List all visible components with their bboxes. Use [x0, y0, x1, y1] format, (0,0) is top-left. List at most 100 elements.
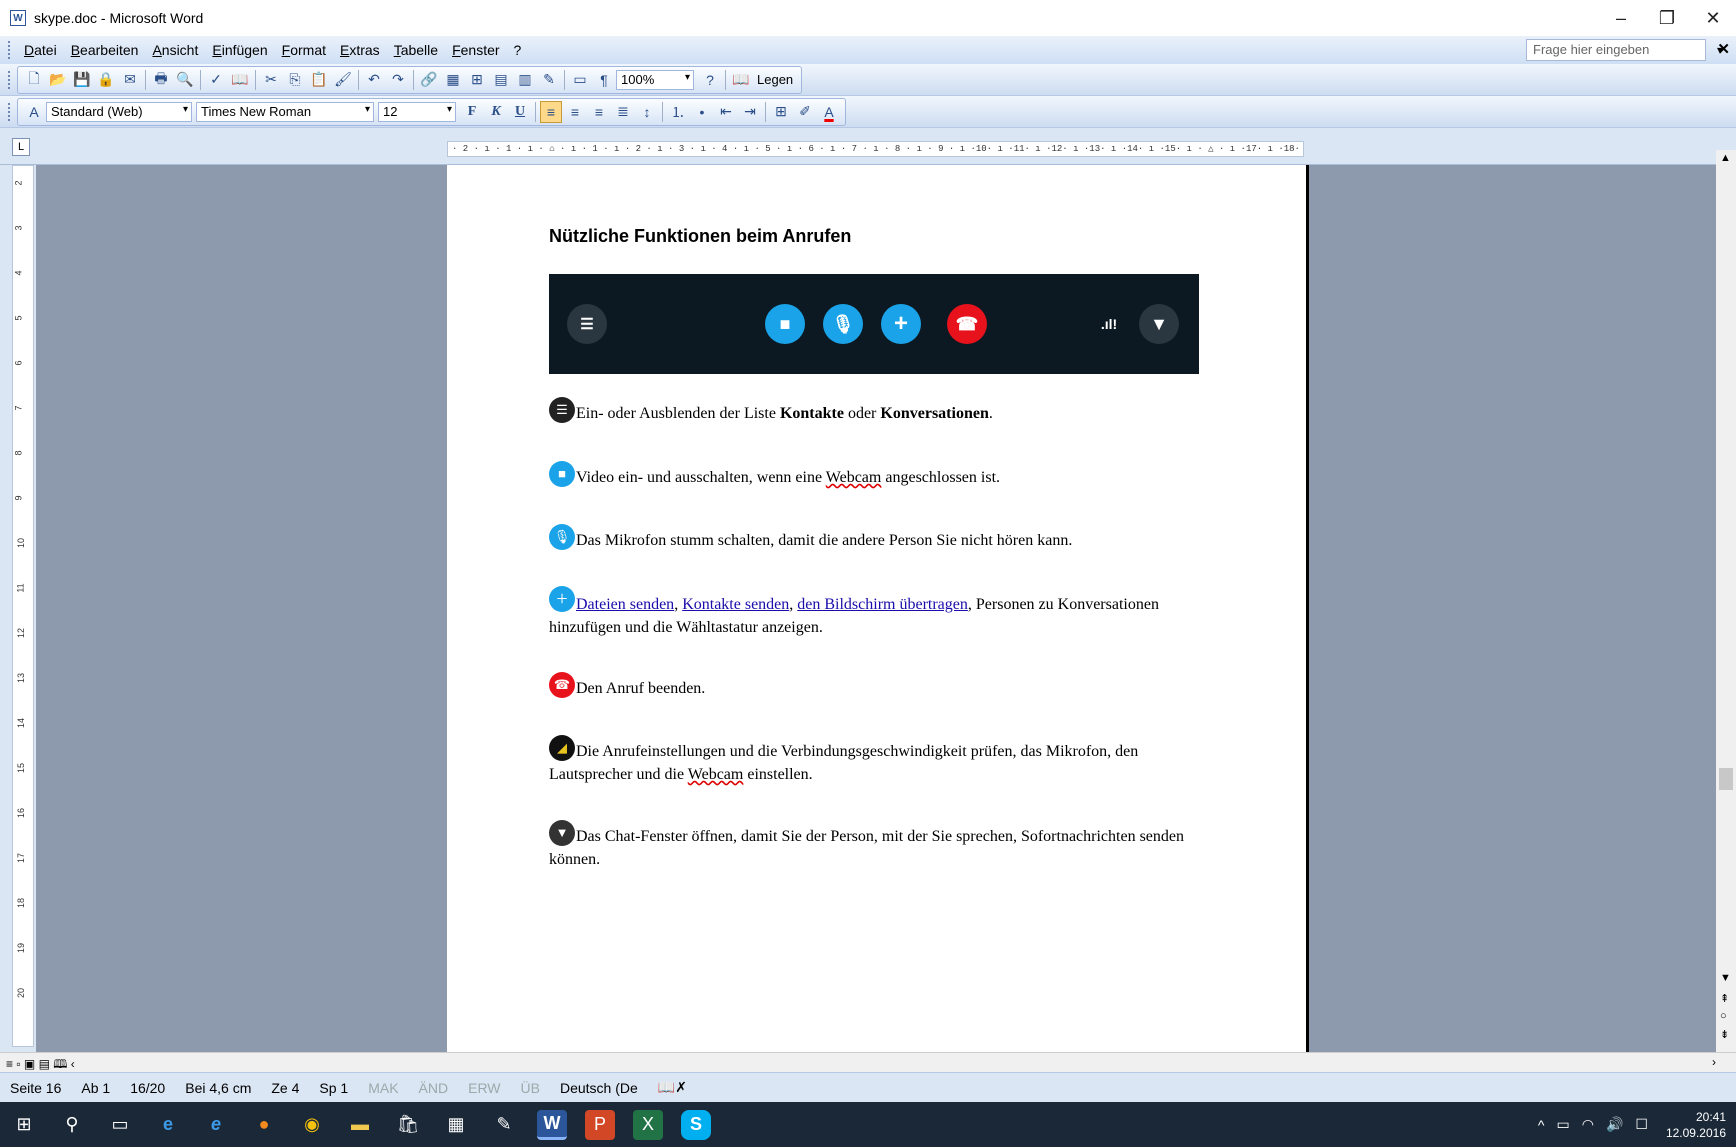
notification-icon[interactable]: ☐ — [1635, 1116, 1648, 1133]
cut-icon[interactable]: ✂ — [260, 69, 282, 91]
spellcheck-icon[interactable]: ✓ — [205, 69, 227, 91]
read-mode-button[interactable]: Legen — [753, 72, 797, 87]
email-icon[interactable]: ✉ — [119, 69, 141, 91]
undo-icon[interactable]: ↶ — [363, 69, 385, 91]
status-erw[interactable]: ERW — [458, 1080, 510, 1096]
scroll-down-icon[interactable]: ▼ — [1720, 972, 1731, 984]
link-bildschirm-uebertragen[interactable]: den Bildschirm übertragen — [797, 596, 968, 613]
menu-datei[interactable]: Datei — [17, 42, 64, 58]
menu-einfuegen[interactable]: Einfügen — [205, 42, 274, 58]
status-and[interactable]: ÄND — [409, 1080, 459, 1096]
hyperlink-icon[interactable]: 🔗 — [418, 69, 440, 91]
align-left-icon[interactable]: ≡ — [540, 100, 562, 123]
bullets-icon[interactable]: • — [691, 101, 713, 123]
numbering-icon[interactable]: ⒈ — [667, 101, 689, 123]
paint-icon[interactable]: ✎ — [489, 1110, 519, 1140]
underline-button[interactable]: U — [509, 101, 531, 123]
horizontal-scrollbar[interactable]: ≡ ▫ ▣ ▤ 🕮 ‹ › — [0, 1052, 1736, 1072]
justify-icon[interactable]: ≣ — [612, 101, 634, 123]
status-language[interactable]: Deutsch (De — [550, 1080, 648, 1096]
powerpoint-icon[interactable]: P — [585, 1109, 615, 1140]
toolbar-grip[interactable] — [8, 102, 11, 121]
file-explorer-icon[interactable]: ▬ — [345, 1110, 375, 1140]
minimize-icon[interactable]: – — [1598, 0, 1644, 36]
italic-button[interactable]: K — [485, 101, 507, 123]
help-icon[interactable]: ? — [699, 69, 721, 91]
scroll-up-icon[interactable]: ▲ — [1720, 152, 1731, 164]
tab-selector[interactable]: L — [12, 138, 30, 156]
new-document-icon[interactable]: 🗋 — [23, 69, 45, 91]
status-ub[interactable]: ÜB — [511, 1080, 550, 1096]
insert-table-icon[interactable]: ⊞ — [466, 69, 488, 91]
print-icon[interactable]: 🖶 — [150, 69, 172, 91]
show-formatting-icon[interactable]: ¶ — [593, 69, 615, 91]
save-icon[interactable]: 💾 — [71, 69, 93, 91]
prev-page-icon[interactable]: ⇞ — [1720, 992, 1729, 1005]
menu-ansicht[interactable]: Ansicht — [145, 42, 205, 58]
spelling-error-word[interactable]: Webcam — [826, 469, 882, 486]
windows-start-icon[interactable]: ⊞ — [9, 1110, 39, 1140]
drawing-icon[interactable]: ✎ — [538, 69, 560, 91]
vertical-scrollbar[interactable]: ▲ ▼ ⇞ ○ ⇟ — [1716, 150, 1736, 1052]
menu-help[interactable]: ? — [507, 42, 529, 58]
redo-icon[interactable]: ↷ — [387, 69, 409, 91]
tables-borders-icon[interactable]: ▦ — [442, 69, 464, 91]
font-select[interactable]: Times New Roman ▾ — [196, 101, 374, 122]
align-center-icon[interactable]: ≡ — [564, 101, 586, 123]
edge-icon[interactable]: e — [153, 1110, 183, 1140]
insert-excel-icon[interactable]: ▤ — [490, 69, 512, 91]
read-mode-icon[interactable]: 📖 — [730, 69, 752, 91]
menu-tabelle[interactable]: Tabelle — [387, 42, 445, 58]
next-page-icon[interactable]: ⇟ — [1720, 1028, 1729, 1041]
app-icon[interactable]: ▦ — [441, 1110, 471, 1140]
task-view-icon[interactable]: ▭ — [105, 1110, 135, 1140]
menu-fenster[interactable]: Fenster — [445, 42, 506, 58]
spelling-error-word[interactable]: Webcam — [688, 766, 744, 783]
styles-pane-icon[interactable]: A — [23, 101, 45, 123]
copy-icon[interactable]: ⎘ — [284, 69, 306, 91]
toolbar-grip[interactable] — [8, 70, 11, 89]
columns-icon[interactable]: ▥ — [514, 69, 536, 91]
spellcheck-status-icon[interactable]: 📖✗ — [648, 1079, 697, 1096]
excel-icon[interactable]: X — [633, 1109, 663, 1140]
store-icon[interactable]: 🛍 — [393, 1110, 423, 1140]
link-dateien-senden[interactable]: Dateien senden — [576, 596, 674, 613]
zoom-select[interactable]: 100% ▾ — [616, 69, 694, 90]
scroll-right-icon[interactable]: › — [1712, 1055, 1716, 1069]
font-size-select[interactable]: 12 ▾ — [378, 101, 456, 122]
vertical-ruler[interactable]: 2 3 4 5 6 7 8 9 10 11 12 13 14 15 16 17 18 19 20 — [12, 165, 34, 1047]
print-preview-icon[interactable]: 🔍 — [174, 69, 196, 91]
increase-indent-icon[interactable]: ⇥ — [739, 101, 761, 123]
horizontal-ruler[interactable]: · 2 · ı · 1 · ı · ⌂ · ı · 1 · ı · 2 · ı … — [447, 141, 1304, 157]
restore-icon[interactable]: ❐ — [1644, 0, 1690, 36]
line-spacing-icon[interactable]: ↕ — [636, 101, 658, 123]
doc-close-icon[interactable]: ✕ — [1717, 40, 1730, 58]
internet-explorer-icon[interactable]: e — [201, 1110, 231, 1140]
help-search-input[interactable]: Frage hier eingeben ▾ — [1526, 39, 1723, 61]
chrome-icon[interactable]: ◉ — [297, 1110, 327, 1140]
menu-extras[interactable]: Extras — [333, 42, 387, 58]
borders-icon[interactable]: ⊞ — [770, 101, 792, 123]
link-kontakte-senden[interactable]: Kontakte senden — [682, 596, 789, 613]
font-color-icon[interactable]: A — [818, 101, 840, 123]
search-icon[interactable]: ⚲ — [57, 1110, 87, 1140]
permission-icon[interactable]: 🔒 — [95, 69, 117, 91]
open-folder-icon[interactable]: 📂 — [47, 69, 69, 91]
menu-grip[interactable] — [8, 41, 11, 59]
chevron-up-icon[interactable]: ^ — [1538, 1117, 1545, 1133]
volume-icon[interactable]: 🔊 — [1606, 1116, 1623, 1133]
align-right-icon[interactable]: ≡ — [588, 101, 610, 123]
bold-button[interactable]: F — [461, 101, 483, 123]
scroll-thumb[interactable] — [1719, 768, 1733, 790]
status-mak[interactable]: MAK — [358, 1080, 408, 1096]
menu-bearbeiten[interactable]: Bearbeiten — [64, 42, 146, 58]
battery-icon[interactable]: ▭ — [1556, 1116, 1569, 1133]
decrease-indent-icon[interactable]: ⇤ — [715, 101, 737, 123]
clock[interactable]: 20:41 12.09.2016 — [1666, 1109, 1726, 1141]
paste-icon[interactable]: 📋 — [308, 69, 330, 91]
style-select[interactable]: Standard (Web) ▾ — [46, 101, 192, 122]
research-icon[interactable]: 📖 — [229, 69, 251, 91]
word-taskbar-icon[interactable]: W — [537, 1109, 567, 1140]
menu-format[interactable]: Format — [275, 42, 333, 58]
close-icon[interactable]: ✕ — [1690, 0, 1736, 36]
